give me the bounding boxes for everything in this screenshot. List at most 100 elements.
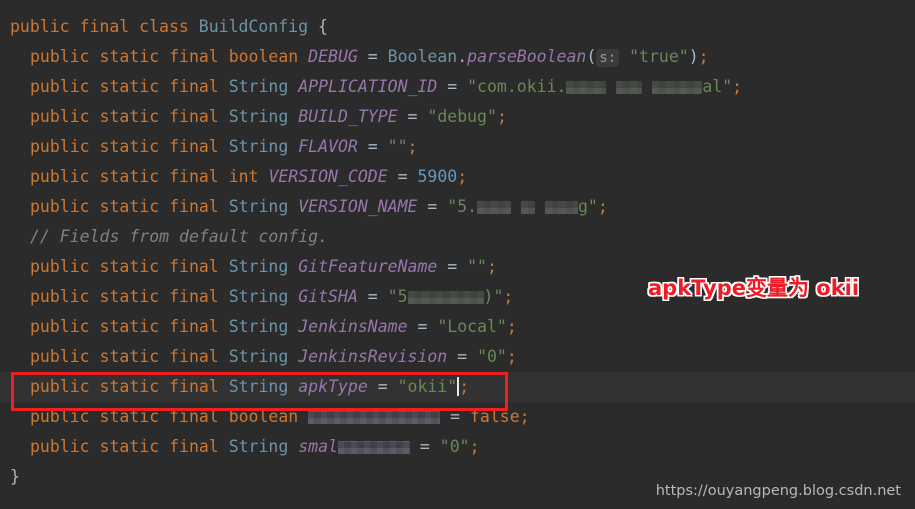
token-type: String: [228, 137, 299, 156]
token-kw: false: [469, 407, 520, 426]
token-punc: =: [357, 47, 388, 66]
token-str: "com.okii.: [467, 77, 567, 96]
token-str: "0": [477, 347, 507, 366]
token-semi: ;: [496, 107, 507, 126]
token-comment: // Fields from default config.: [30, 227, 329, 246]
redacted-text-block: [477, 201, 512, 214]
token-str: "": [467, 257, 487, 276]
token-str: g": [577, 197, 598, 216]
token-punc: =: [357, 287, 388, 306]
code-line-field-version-code[interactable]: public static final int VERSION_CODE = 5…: [0, 162, 915, 192]
token-str: "Local": [437, 317, 507, 336]
token-kw: public static final: [30, 437, 229, 456]
token-type: String: [228, 77, 299, 96]
token-semi: ;: [506, 347, 517, 366]
code-line-field-flavor[interactable]: public static final String FLAVOR = "";: [0, 132, 915, 162]
code-line-comment-default-config[interactable]: // Fields from default config.: [0, 222, 915, 252]
token-semi: ;: [407, 137, 418, 156]
token-type: String: [228, 257, 299, 276]
token-num: 5900: [417, 167, 458, 186]
token-type: BuildConfig: [198, 17, 309, 36]
token-ident: GitFeatureName: [298, 257, 438, 276]
token-str: "0": [439, 437, 470, 456]
token-str: "true": [619, 47, 689, 66]
code-area[interactable]: public final class BuildConfig {public s…: [0, 0, 915, 492]
code-line-field-redacted-boolean[interactable]: public static final boolean = false;: [0, 402, 915, 432]
redacted-text-block: [308, 411, 441, 424]
token-str: "okii": [397, 377, 458, 396]
token-kw: public static final: [30, 107, 229, 126]
token-ident: FLAVOR: [298, 137, 358, 156]
token-punc: =: [437, 77, 468, 96]
token-type: String: [228, 377, 299, 396]
token-str: [606, 77, 616, 96]
redacted-text-block: [407, 291, 484, 304]
token-semi: ;: [519, 407, 530, 426]
token-type: String: [228, 107, 299, 126]
token-semi: ;: [487, 257, 497, 276]
token-punc: (: [586, 47, 597, 66]
token-str: [642, 77, 652, 96]
redacted-text-block: [521, 201, 536, 214]
token-type: String: [228, 347, 299, 366]
token-kw: final: [79, 17, 140, 36]
redacted-text-block: [566, 81, 607, 94]
code-line-field-debug[interactable]: public static final boolean DEBUG = Bool…: [0, 42, 915, 72]
token-kw: public static final: [30, 167, 229, 186]
token-type: String: [228, 437, 299, 456]
token-ident: JenkinsRevision: [298, 347, 448, 366]
token-kw: public static final: [30, 47, 229, 66]
redacted-text-block: [652, 81, 703, 94]
code-line-field-small-redacted[interactable]: public static final String smal = "0";: [0, 432, 915, 462]
token-kw: public static final: [30, 347, 229, 366]
token-ident: VERSION_CODE: [268, 167, 388, 186]
token-type: String: [228, 287, 299, 306]
token-punc: =: [387, 167, 418, 186]
callout-text-annotation: apkType变量为 okii: [648, 276, 860, 300]
code-line-field-jenkinsrevision[interactable]: public static final String JenkinsRevisi…: [0, 342, 915, 372]
token-kw: public static final: [30, 257, 229, 276]
code-line-field-build-type[interactable]: public static final String BUILD_TYPE = …: [0, 102, 915, 132]
token-punc: [308, 17, 318, 36]
token-brace: }: [10, 467, 20, 486]
code-line-field-application-id[interactable]: public static final String APPLICATION_I…: [0, 72, 915, 102]
token-str: "": [387, 137, 408, 156]
code-line-field-jenkinsname[interactable]: public static final String JenkinsName =…: [0, 312, 915, 342]
token-kw: public static final: [30, 407, 229, 426]
token-ident: JenkinsName: [298, 317, 408, 336]
token-punc: =: [440, 407, 470, 426]
token-semi: ;: [459, 377, 470, 396]
token-semi: ;: [457, 167, 468, 186]
token-str: "5: [387, 287, 408, 306]
token-ident: BUILD_TYPE: [298, 107, 398, 126]
token-punc: =: [437, 257, 468, 276]
token-ident: smal: [298, 437, 338, 456]
code-line-field-apktype[interactable]: public static final String apkType = "ok…: [0, 372, 915, 402]
token-kw: public: [10, 17, 80, 36]
code-line-field-version-name[interactable]: public static final String VERSION_NAME …: [0, 192, 915, 222]
token-str: [511, 197, 521, 216]
token-str: "debug": [427, 107, 497, 126]
watermark-url: https://ouyangpeng.blog.csdn.net: [655, 483, 901, 499]
token-kw: public static final: [30, 137, 229, 156]
token-brace: {: [317, 17, 328, 36]
token-kw: boolean: [228, 47, 309, 66]
token-punc: =: [397, 107, 428, 126]
token-kw: public static final: [30, 317, 229, 336]
token-ident: DEBUG: [308, 47, 358, 66]
redacted-text-block: [616, 81, 643, 94]
code-line-class-decl[interactable]: public final class BuildConfig {: [0, 12, 915, 42]
token-type: String: [228, 197, 299, 216]
token-semi: ;: [597, 197, 608, 216]
token-punc: =: [417, 197, 448, 216]
parameter-name-hint: s:: [596, 49, 620, 67]
token-semi: ;: [469, 437, 480, 456]
token-ident: parseBoolean: [467, 47, 587, 66]
token-kw: boolean: [228, 407, 309, 426]
code-editor-screenshot: public final class BuildConfig {public s…: [0, 0, 915, 509]
token-str: al": [702, 77, 733, 96]
token-semi: ;: [732, 77, 743, 96]
token-punc: =: [357, 137, 388, 156]
token-kw: int: [228, 167, 269, 186]
token-punc: =: [407, 317, 438, 336]
